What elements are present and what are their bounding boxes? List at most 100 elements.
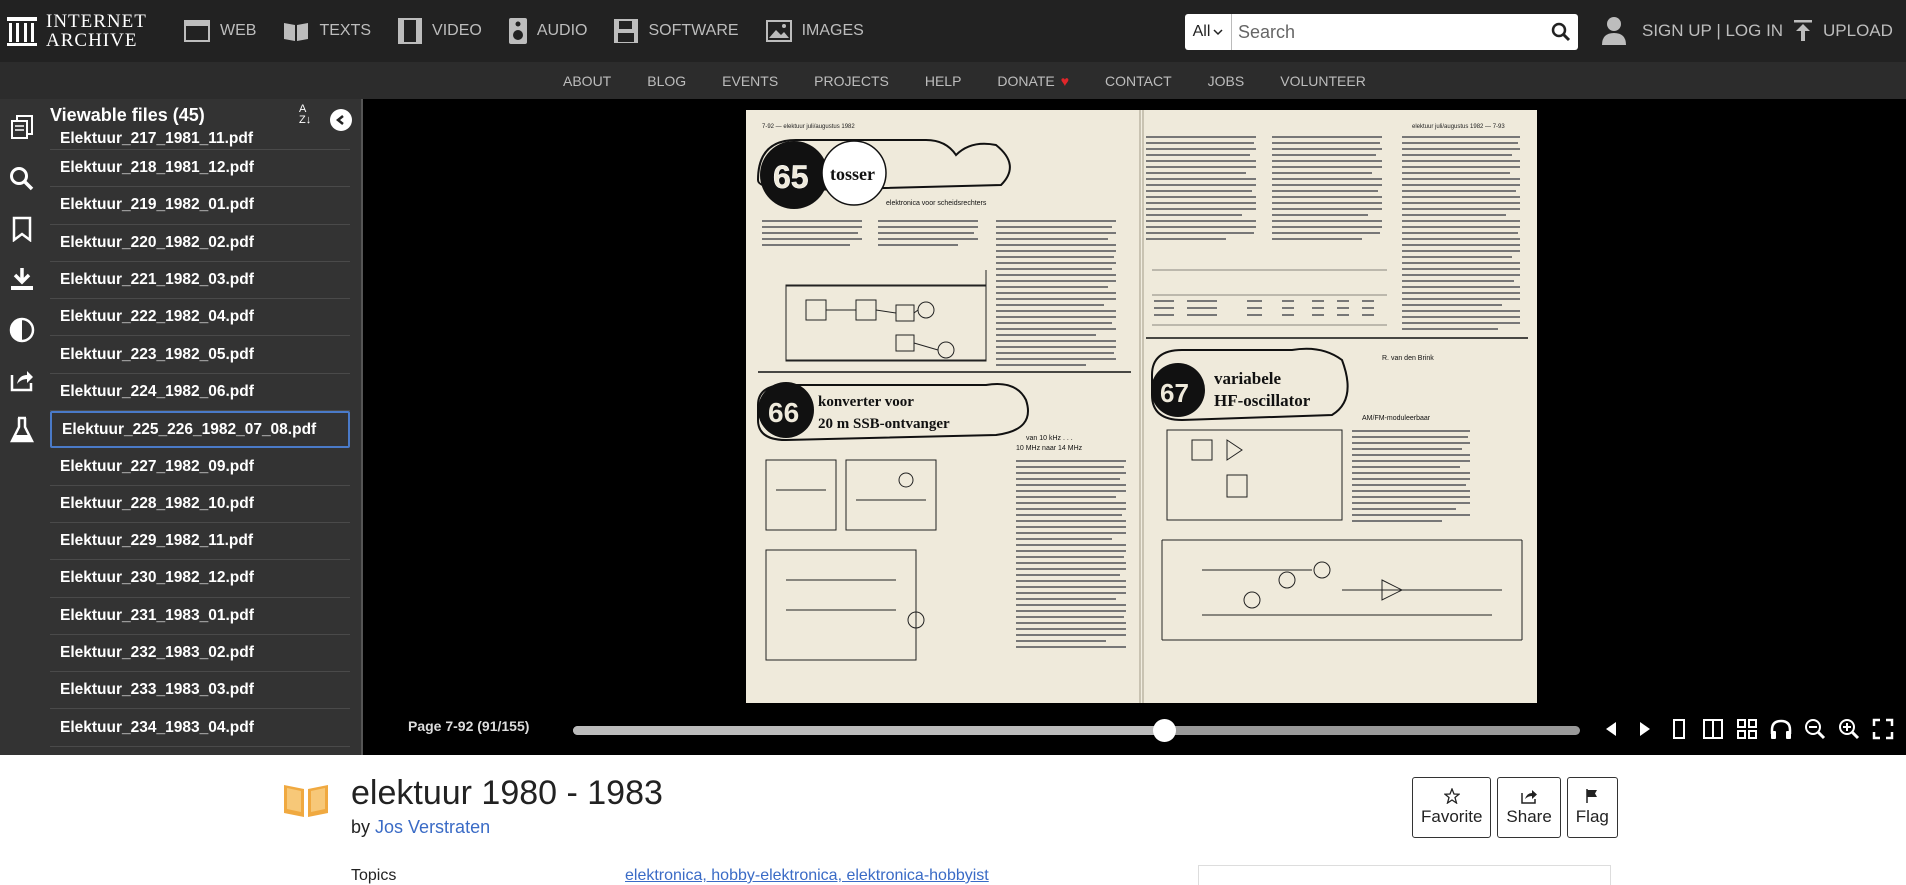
fullscreen-button[interactable] [1871, 717, 1895, 741]
file-list-item[interactable]: Elektuur_232_1983_02.pdf [50, 635, 350, 673]
media-nav-texts[interactable]: TEXTS [282, 19, 371, 43]
media-nav-label: VIDEO [432, 22, 482, 39]
file-list-item[interactable]: Elektuur_230_1982_12.pdf [50, 560, 350, 598]
author-link[interactable]: Jos Verstraten [375, 817, 490, 837]
article-66-subtitle-line2: 10 MHz naar 14 MHz [1016, 445, 1083, 452]
media-nav-images[interactable]: IMAGES [765, 19, 864, 43]
media-nav-video[interactable]: VIDEO [397, 18, 482, 44]
page-slider-thumb[interactable] [1153, 719, 1177, 742]
nav-projects[interactable]: PROJECTS [796, 73, 907, 89]
share-icon [1521, 790, 1538, 804]
triangle-right-icon [1640, 722, 1650, 736]
article-67-subtitle: AM/FM-moduleerbaar [1362, 415, 1431, 422]
download-button[interactable] [6, 263, 38, 295]
nav-events[interactable]: EVENTS [704, 73, 796, 89]
nav-about[interactable]: ABOUT [545, 73, 629, 89]
details-side-box [1198, 865, 1611, 885]
upload-label: UPLOAD [1823, 21, 1893, 40]
file-list-item[interactable]: Elektuur_220_1982_02.pdf [50, 225, 350, 262]
zoom-in-icon [1839, 719, 1860, 740]
file-list-item[interactable]: Elektuur_233_1983_03.pdf [50, 672, 350, 710]
viewable-files-panel: Viewable files (45) A Z↓ Elektuur_217_198… [44, 99, 363, 755]
file-list-item[interactable]: Elektuur_229_1982_11.pdf [50, 523, 350, 561]
bookmark-icon [12, 216, 32, 242]
reader-controls: Page 7-92 (91/155) [363, 703, 1906, 755]
file-list-item[interactable]: Elektuur_224_1982_06.pdf [50, 374, 350, 412]
nav-donate[interactable]: DONATE ♥ [979, 73, 1087, 89]
one-page-view-button[interactable] [1667, 717, 1691, 741]
article-67-number: 67 [1160, 378, 1189, 408]
two-page-view-button[interactable] [1701, 717, 1725, 741]
article-66-title-line2: 20 m SSB-ontvanger [818, 416, 950, 432]
file-list-item[interactable]: Elektuur_223_1982_05.pdf [50, 336, 350, 374]
fullscreen-icon [1872, 718, 1894, 740]
topics-label: Topics [351, 867, 397, 884]
left-page-scan: 7-92 — elektuur juli/augustus 1982 65 to… [746, 110, 1141, 703]
media-nav-software[interactable]: SOFTWARE [613, 18, 739, 44]
reader-control-icons [1599, 717, 1895, 741]
share-button[interactable] [6, 364, 38, 396]
share-icon [10, 371, 33, 392]
file-list-item[interactable]: Elektuur_227_1982_09.pdf [50, 448, 350, 486]
favorite-button[interactable]: Favorite [1412, 777, 1492, 838]
thumbnail-view-button[interactable] [1735, 717, 1759, 741]
article-66-number: 66 [768, 397, 799, 428]
next-page-button[interactable] [1633, 717, 1657, 741]
file-list-item[interactable]: Elektuur_222_1982_04.pdf [50, 299, 350, 337]
nav-jobs[interactable]: JOBS [1190, 73, 1263, 89]
page-slider[interactable] [573, 719, 1580, 742]
flag-button[interactable]: Flag [1566, 777, 1618, 838]
file-list-item[interactable]: Elektuur_217_1981_11.pdf [50, 130, 350, 150]
nav-volunteer[interactable]: VOLUNTEER [1262, 73, 1384, 89]
upload-button[interactable]: UPLOAD [1793, 0, 1893, 62]
search-scope-select[interactable]: All [1185, 14, 1232, 50]
search-input[interactable] [1232, 16, 1544, 48]
chevron-left-icon [335, 115, 344, 125]
headphones-icon [1770, 719, 1792, 739]
media-nav-audio[interactable]: AUDIO [508, 17, 588, 45]
file-list-item[interactable]: Elektuur_228_1982_10.pdf [50, 486, 350, 523]
article-67-title-line1: variabele [1214, 369, 1281, 388]
search-button[interactable] [1544, 14, 1578, 50]
viewable-files-button[interactable] [6, 111, 38, 143]
contrast-button[interactable] [6, 314, 38, 346]
archive-building-icon [7, 17, 37, 46]
internet-archive-logo[interactable]: INTERNET ARCHIVE [6, 12, 147, 50]
nav-help[interactable]: HELP [907, 73, 980, 89]
zoom-out-icon [1805, 719, 1826, 740]
file-list-item[interactable]: Elektuur_234_1983_04.pdf [50, 709, 350, 747]
collapse-panel-button[interactable] [330, 109, 352, 131]
media-nav-label: AUDIO [536, 22, 588, 39]
one-page-icon [1673, 719, 1685, 739]
file-list-item[interactable]: Elektuur_218_1981_12.pdf [50, 150, 350, 188]
star-icon [1443, 788, 1460, 804]
logo-text: INTERNET ARCHIVE [46, 11, 147, 51]
file-list-item[interactable]: Elektuur_231_1983_01.pdf [50, 598, 350, 635]
file-list-item[interactable]: Elektuur_219_1982_01.pdf [50, 187, 350, 225]
page-number-label: Page 7-92 (91/155) [408, 718, 530, 734]
file-list-item-active[interactable]: Elektuur_225_226_1982_07_08.pdf [50, 411, 350, 449]
sign-up-login-link[interactable]: SIGN UP | LOG IN [1642, 21, 1783, 41]
image-icon [765, 20, 792, 42]
nav-blog[interactable]: BLOG [629, 73, 704, 89]
file-list-item[interactable]: Elektuur_221_1982_03.pdf [50, 262, 350, 300]
sort-alpha-icon[interactable]: A Z↓ [299, 104, 311, 126]
search-scope-value: All [1192, 23, 1211, 40]
nav-contact[interactable]: CONTACT [1087, 73, 1190, 89]
share-item-button[interactable]: Share [1497, 777, 1561, 838]
read-aloud-button[interactable] [1769, 717, 1793, 741]
zoom-in-button[interactable] [1837, 717, 1861, 741]
article-65-subtitle: elektronica voor scheidsrechters [886, 200, 987, 207]
article-67-author: R. van den Brink [1382, 355, 1434, 362]
media-nav-web[interactable]: WEB [183, 19, 256, 43]
bookmarks-button[interactable] [6, 213, 38, 245]
previous-page-button[interactable] [1599, 717, 1623, 741]
book-icon [284, 23, 309, 41]
page-spread[interactable]: 7-92 — elektuur juli/augustus 1982 65 to… [746, 110, 1537, 703]
experiments-button[interactable] [6, 414, 38, 446]
web-icon [184, 20, 210, 42]
zoom-out-button[interactable] [1803, 717, 1827, 741]
topics-links[interactable]: elektronica, hobby-elektronica, elektron… [625, 867, 989, 885]
search-inside-button[interactable] [6, 163, 38, 195]
triangle-left-icon [1606, 722, 1616, 736]
